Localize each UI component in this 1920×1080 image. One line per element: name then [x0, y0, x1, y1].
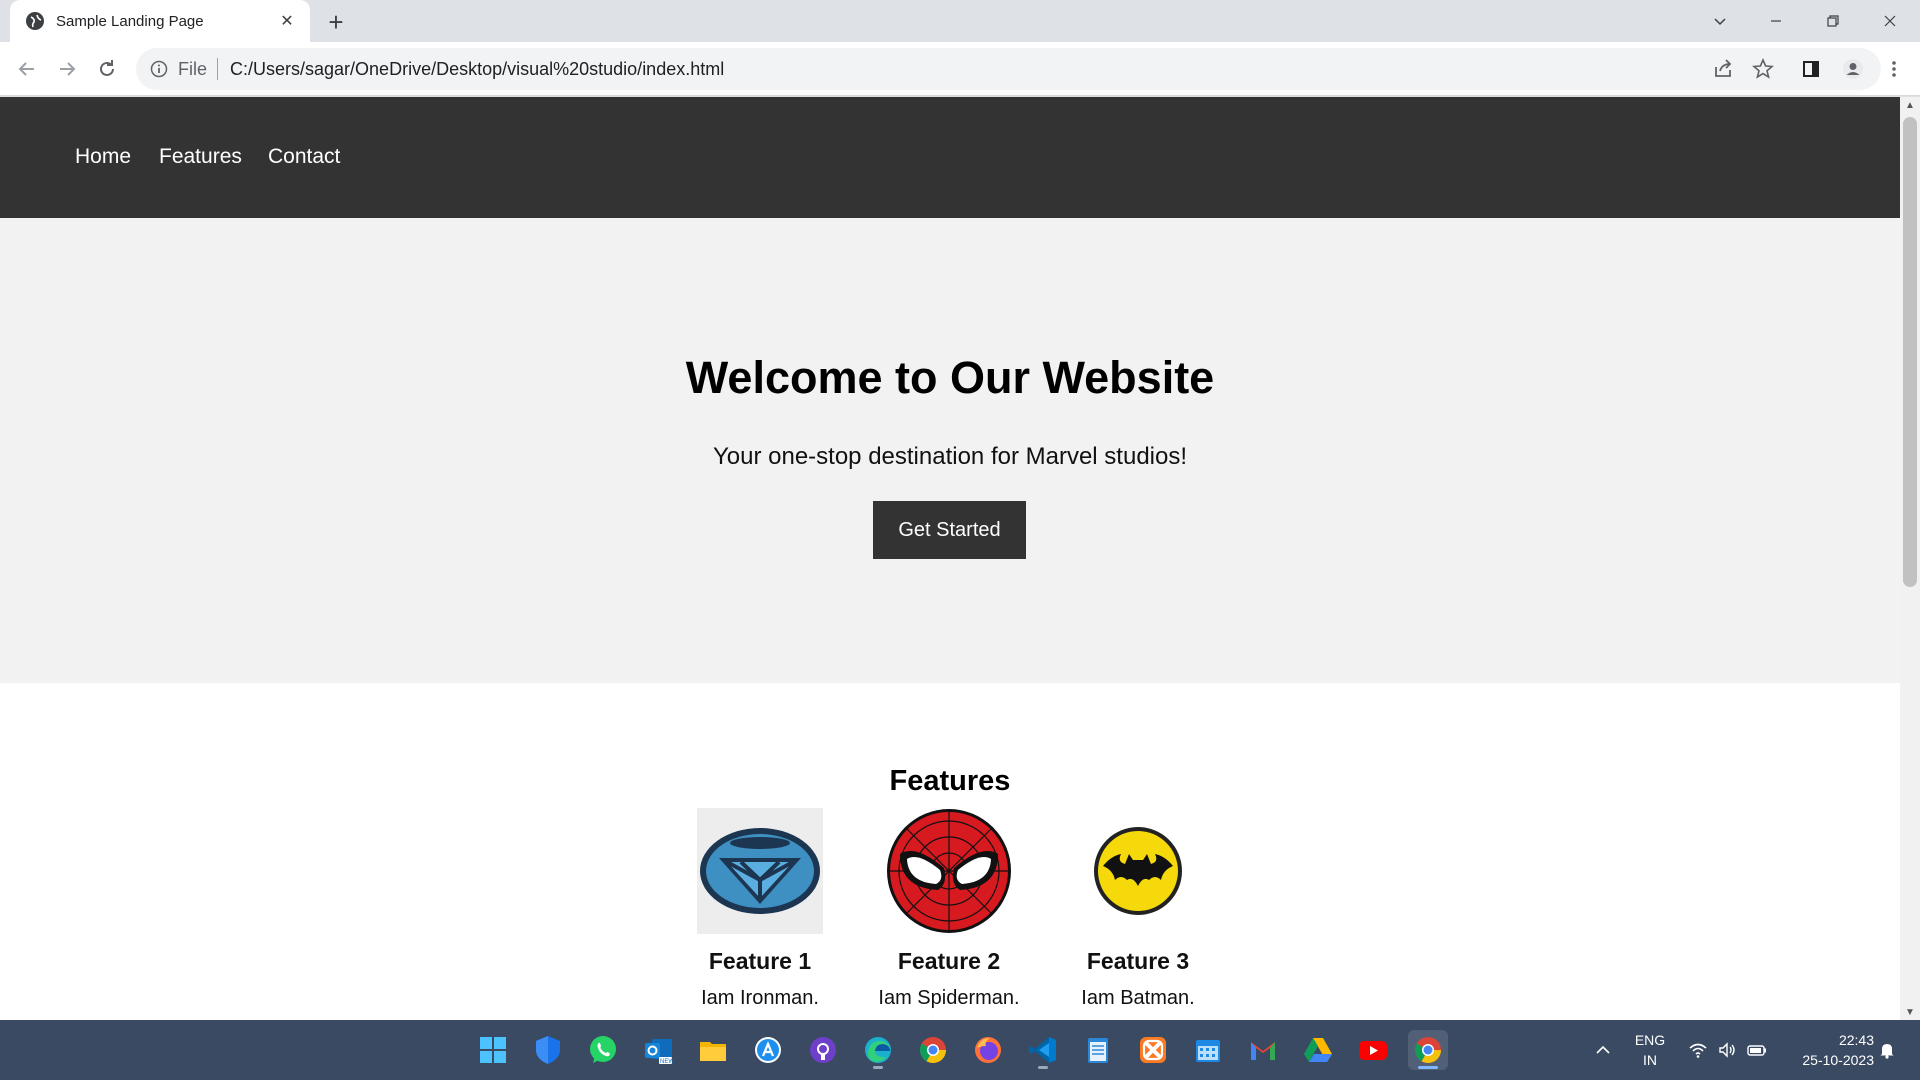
nav-link-features[interactable]: Features	[159, 145, 242, 169]
feature-card-3: Feature 3 Iam Batman.	[1043, 808, 1233, 1010]
app-store-icon[interactable]	[748, 1030, 788, 1070]
feature-title: Feature 2	[897, 948, 1001, 974]
file-explorer-icon[interactable]	[693, 1030, 733, 1070]
hero-subtitle: Your one-stop destination for Marvel stu…	[712, 443, 1188, 470]
feature-description: Iam Batman.	[1081, 987, 1195, 1009]
feature-description: Iam Ironman.	[701, 987, 819, 1009]
wifi-icon[interactable]	[1685, 1020, 1711, 1080]
browser-tab[interactable]: Sample Landing Page ✕	[10, 0, 310, 42]
new-tab-button[interactable]: +	[322, 8, 350, 36]
feature-title: Feature 1	[708, 948, 812, 974]
volume-icon[interactable]	[1714, 1020, 1740, 1080]
bookmark-star-icon[interactable]	[1748, 54, 1778, 84]
clock-time: 22:43	[1838, 1032, 1874, 1048]
firefox-icon[interactable]	[968, 1030, 1008, 1070]
calendar-icon[interactable]	[1188, 1030, 1228, 1070]
globe-icon	[26, 12, 44, 30]
side-panel-icon[interactable]	[1796, 54, 1826, 84]
spiderman-mask-icon	[887, 809, 1011, 933]
profile-avatar-icon[interactable]	[1838, 54, 1868, 84]
page-viewport: Home Features Contact Welcome to Our Web…	[0, 97, 1920, 1020]
feature-title: Feature 3	[1086, 948, 1190, 974]
minimize-button[interactable]	[1748, 0, 1804, 42]
edge-icon[interactable]	[858, 1030, 898, 1070]
feature-description: Iam Spiderman.	[878, 987, 1020, 1009]
close-tab-icon[interactable]: ✕	[276, 10, 298, 32]
notepad-icon[interactable]	[1078, 1030, 1118, 1070]
features-section: Features Feature 1 Iam Ironman. Feature …	[0, 683, 1900, 1020]
share-icon[interactable]	[1708, 54, 1738, 84]
region-code: IN	[1643, 1052, 1657, 1068]
battery-icon[interactable]	[1743, 1020, 1771, 1080]
clock-date: 25-10-2023	[1802, 1052, 1874, 1068]
vscode-icon[interactable]	[1023, 1030, 1063, 1070]
address-separator	[217, 58, 219, 80]
page-scrollbar[interactable]: ▲ ▼	[1900, 97, 1920, 1020]
features-heading: Features	[889, 765, 1011, 797]
address-bar[interactable]: File C:/Users/sagar/OneDrive/Desktop/vis…	[136, 48, 1881, 90]
reload-button[interactable]	[92, 54, 122, 84]
scroll-down-icon[interactable]: ▼	[1900, 1004, 1920, 1020]
get-started-button[interactable]: Get Started	[873, 501, 1026, 559]
defender-icon[interactable]	[528, 1030, 568, 1070]
feature-card-2: Feature 2 Iam Spiderman.	[854, 808, 1044, 1010]
language-code: ENG	[1634, 1032, 1666, 1048]
start-icon[interactable]	[473, 1030, 513, 1070]
hero-section: Welcome to Our Website Your one-stop des…	[0, 218, 1900, 683]
windows-taskbar: NEW ENG IN 22:43 25-10-2023	[0, 1020, 1920, 1080]
info-icon[interactable]	[150, 60, 168, 78]
outlook-icon[interactable]: NEW	[638, 1030, 678, 1070]
feature-card-1: Feature 1 Iam Ironman.	[665, 808, 855, 1010]
batman-logo-icon	[1094, 827, 1182, 915]
close-window-button[interactable]	[1862, 0, 1918, 42]
back-button[interactable]	[12, 54, 42, 84]
github-icon[interactable]	[803, 1030, 843, 1070]
scroll-up-icon[interactable]: ▲	[1900, 97, 1920, 113]
svg-text:NEW: NEW	[660, 1059, 674, 1065]
google-drive-icon[interactable]	[1298, 1030, 1338, 1070]
hero-title: Welcome to Our Website	[685, 352, 1215, 403]
site-navbar: Home Features Contact	[0, 97, 1900, 218]
language-indicator[interactable]: ENG IN	[1628, 1020, 1672, 1080]
tab-search-chevron-icon[interactable]	[1692, 0, 1748, 42]
notification-bell-icon[interactable]	[1874, 1020, 1900, 1080]
scrollbar-thumb[interactable]	[1903, 117, 1917, 587]
forward-button[interactable]	[52, 54, 82, 84]
gmail-icon[interactable]	[1243, 1030, 1283, 1070]
kebab-menu-icon[interactable]	[1879, 54, 1909, 84]
whatsapp-icon[interactable]	[583, 1030, 623, 1070]
nav-link-home[interactable]: Home	[75, 145, 131, 169]
nav-link-contact[interactable]: Contact	[268, 145, 340, 169]
url-text[interactable]: C:/Users/sagar/OneDrive/Desktop/visual%2…	[230, 59, 724, 80]
chrome-icon[interactable]	[913, 1030, 953, 1070]
tab-title: Sample Landing Page	[56, 12, 204, 30]
clock[interactable]: 22:43 25-10-2023	[1782, 1020, 1874, 1080]
browser-toolbar: File C:/Users/sagar/OneDrive/Desktop/vis…	[0, 42, 1920, 96]
scheme-label: File	[178, 58, 208, 79]
youtube-icon[interactable]	[1353, 1030, 1393, 1070]
tab-strip: Sample Landing Page ✕ +	[0, 0, 1920, 42]
restore-button[interactable]	[1805, 0, 1861, 42]
chrome-active-icon[interactable]	[1408, 1030, 1448, 1070]
show-hidden-icons-chevron-icon[interactable]	[1590, 1020, 1616, 1080]
xampp-icon[interactable]	[1133, 1030, 1173, 1070]
arc-reactor-icon	[697, 808, 823, 934]
